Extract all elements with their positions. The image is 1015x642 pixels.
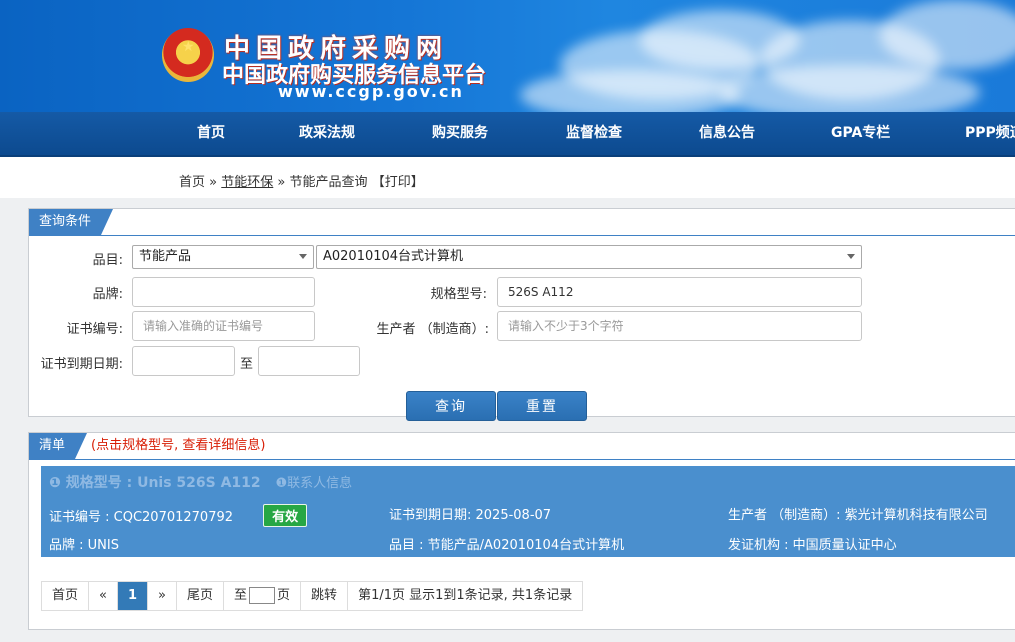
nav-regulations[interactable]: 政采法规: [299, 112, 355, 155]
breadcrumb-current: 节能产品查询: [289, 175, 368, 190]
national-emblem-icon: ★: [162, 28, 214, 82]
content-area: 查询条件 品目: 节能产品 A02010104台式计算机 品牌: 规格型号: 证…: [0, 198, 1015, 642]
nav-supervision[interactable]: 监督检查: [566, 112, 622, 155]
chevron-down-icon: [299, 254, 307, 259]
breadcrumb: 首页 » 节能环保 » 节能产品查询 【打印】: [179, 175, 424, 190]
list-tab: 清单: [29, 433, 88, 459]
nav-ppp[interactable]: PPP频道: [965, 112, 1015, 155]
search-button[interactable]: 查询: [406, 391, 496, 421]
current-page-button[interactable]: 1: [117, 582, 149, 610]
manufacturer: 生产者 （制造商）: 紫光计算机科技有限公司: [728, 508, 988, 523]
query-panel: 查询条件 品目: 节能产品 A02010104台式计算机 品牌: 规格型号: 证…: [28, 208, 1015, 421]
last-page-button[interactable]: 尾页: [177, 582, 225, 610]
list-hint: (点击规格型号, 查看详细信息): [91, 438, 266, 453]
site-header: ★ 中国政府采购网 中国政府购买服务信息平台 www.ccgp.gov.cn: [0, 0, 1015, 112]
status-badge: 有效: [263, 504, 308, 527]
issuer: 发证机构 : 中国质量认证中心: [728, 538, 897, 553]
maker-label: 生产者 （制造商）:: [376, 322, 489, 337]
print-link[interactable]: 【打印】: [372, 175, 424, 190]
brand: 品牌 : UNIS: [49, 538, 119, 553]
category-select[interactable]: 节能产品: [132, 245, 314, 269]
first-page-button[interactable]: 首页: [42, 582, 90, 610]
brand-input[interactable]: [132, 277, 315, 307]
list-panel: 清单 (点击规格型号, 查看详细信息) ❶ 规格型号 : Unis 526S A…: [28, 432, 1015, 630]
to-label: 至: [240, 357, 254, 372]
goto-page-input[interactable]: [249, 587, 276, 604]
pagination: 首页 « 1 » 尾页 至页 跳转 第1/1页 显示1到1条记录, 共1条记录: [41, 581, 584, 611]
chevron-down-icon: [847, 254, 855, 259]
expiry-start-input[interactable]: [132, 346, 235, 376]
category-label: 品目:: [92, 253, 123, 268]
main-nav: 首页 政采法规 购买服务 监督检查 信息公告 GPA专栏 PPP频道: [0, 112, 1015, 157]
nav-purchase-services[interactable]: 购买服务: [432, 112, 488, 155]
jump-button[interactable]: 跳转: [301, 582, 349, 610]
model-input[interactable]: [497, 277, 862, 307]
expiry-label: 证书到期日期:: [40, 357, 123, 372]
model-link[interactable]: ❶ 规格型号 : Unis 526S A112: [49, 475, 261, 491]
nav-home[interactable]: 首页: [197, 112, 225, 155]
expiry-end-input[interactable]: [258, 346, 360, 376]
goto-page: 至页: [224, 582, 302, 610]
list-item: ❶ 规格型号 : Unis 526S A112 ❶联系人信息 证书编号 : CQ…: [41, 466, 1015, 557]
reset-button[interactable]: 重置: [497, 391, 587, 421]
next-page-button[interactable]: »: [148, 582, 177, 610]
cert-number-input[interactable]: [132, 311, 315, 341]
expiry-date: 证书到期日期: 2025-08-07: [389, 508, 552, 523]
breadcrumb-category-link[interactable]: 节能环保: [221, 175, 273, 190]
cert-label: 证书编号:: [66, 322, 123, 337]
page-info: 第1/1页 显示1到1条记录, 共1条记录: [358, 588, 573, 603]
maker-input[interactable]: [497, 311, 862, 341]
breadcrumb-home[interactable]: 首页: [179, 175, 205, 190]
nav-announcements[interactable]: 信息公告: [699, 112, 755, 155]
brand-label: 品牌:: [92, 287, 123, 302]
nav-gpa[interactable]: GPA专栏: [831, 112, 890, 155]
model-label: 规格型号:: [430, 287, 487, 302]
cert-number: 证书编号 : CQC20701270792: [49, 510, 234, 525]
subcategory-select[interactable]: A02010104台式计算机: [316, 245, 862, 269]
site-url: www.ccgp.gov.cn: [278, 82, 464, 101]
contact-info-link[interactable]: ❶联系人信息: [276, 476, 353, 491]
prev-page-button[interactable]: «: [89, 582, 118, 610]
category: 品目 : 节能产品/A02010104台式计算机: [389, 538, 625, 553]
query-tab: 查询条件: [29, 209, 114, 235]
